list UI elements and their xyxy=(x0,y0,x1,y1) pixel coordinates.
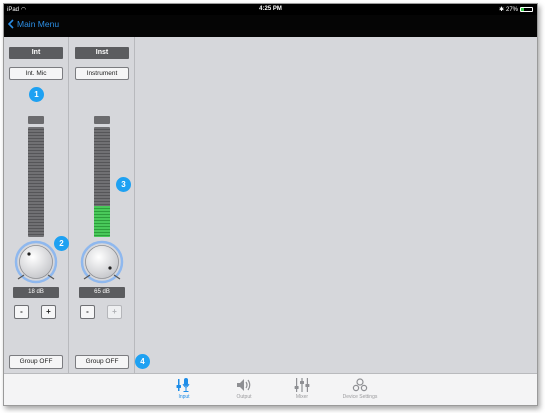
input-source-button[interactable]: Instrument xyxy=(75,67,129,80)
channel-inst: Inst Instrument 65 dB - + Group OFF xyxy=(70,37,132,375)
tab-mixer[interactable]: Mixer xyxy=(272,377,332,400)
channel-label: Inst xyxy=(75,47,129,59)
bluetooth-icon: ✱ xyxy=(498,7,504,13)
clip-indicator xyxy=(28,116,44,124)
clip-indicator xyxy=(94,116,110,124)
tab-label: Output xyxy=(236,394,252,400)
channel-divider xyxy=(134,37,135,375)
status-bar: iPad ◠ 4:25 PM ✱ 27% xyxy=(4,4,537,15)
callout-marker: 4 xyxy=(135,354,150,369)
microphone-mixer-icon xyxy=(176,378,190,392)
group-toggle-button[interactable]: Group OFF xyxy=(75,355,129,369)
battery-percent: 27% xyxy=(505,6,518,13)
tab-bar: Input Output Mixer Device Settings xyxy=(4,373,537,405)
back-button-label: Main Menu xyxy=(17,19,60,29)
gain-decrease-button[interactable]: - xyxy=(80,305,95,319)
app-window: iPad ◠ 4:25 PM ✱ 27% Main Menu Int Int. … xyxy=(3,3,538,406)
faders-icon xyxy=(294,378,310,392)
gain-readout: 65 dB xyxy=(79,287,125,298)
group-toggle-button[interactable]: Group OFF xyxy=(9,355,63,369)
input-source-button[interactable]: Int. Mic xyxy=(9,67,63,80)
battery-fill xyxy=(521,8,524,11)
tab-label: Input xyxy=(178,394,190,400)
status-time: 4:25 PM xyxy=(259,6,282,12)
tab-label: Device Settings xyxy=(342,394,378,400)
callout-marker: 1 xyxy=(29,87,44,102)
tab-output[interactable]: Output xyxy=(214,377,274,400)
tab-device-settings[interactable]: Device Settings xyxy=(330,377,390,400)
chevron-left-icon xyxy=(8,19,14,29)
navigation-bar: Main Menu xyxy=(4,15,537,37)
channel-label: Int xyxy=(9,47,63,59)
gain-readout: 18 dB xyxy=(13,287,59,298)
callout-marker: 3 xyxy=(116,177,131,192)
tab-label: Mixer xyxy=(295,394,309,400)
gears-icon xyxy=(352,378,368,392)
speaker-icon xyxy=(237,379,251,391)
gain-knob[interactable] xyxy=(14,240,58,284)
tab-input[interactable]: Input xyxy=(154,377,214,400)
input-panel: Int Int. Mic 18 dB - + Group OFF Inst In… xyxy=(4,37,537,375)
level-meter xyxy=(28,127,44,237)
level-meter xyxy=(94,127,110,237)
channel-divider xyxy=(68,37,69,375)
gain-knob[interactable] xyxy=(80,240,124,284)
gain-increase-button[interactable]: + xyxy=(41,305,56,319)
back-button[interactable]: Main Menu xyxy=(8,19,59,29)
callout-marker: 2 xyxy=(54,236,69,251)
gain-increase-button[interactable]: + xyxy=(107,305,122,319)
gain-decrease-button[interactable]: - xyxy=(14,305,29,319)
meter-level-fill xyxy=(94,206,110,237)
status-right: ✱ 27% xyxy=(499,6,533,13)
battery-icon xyxy=(520,7,533,12)
